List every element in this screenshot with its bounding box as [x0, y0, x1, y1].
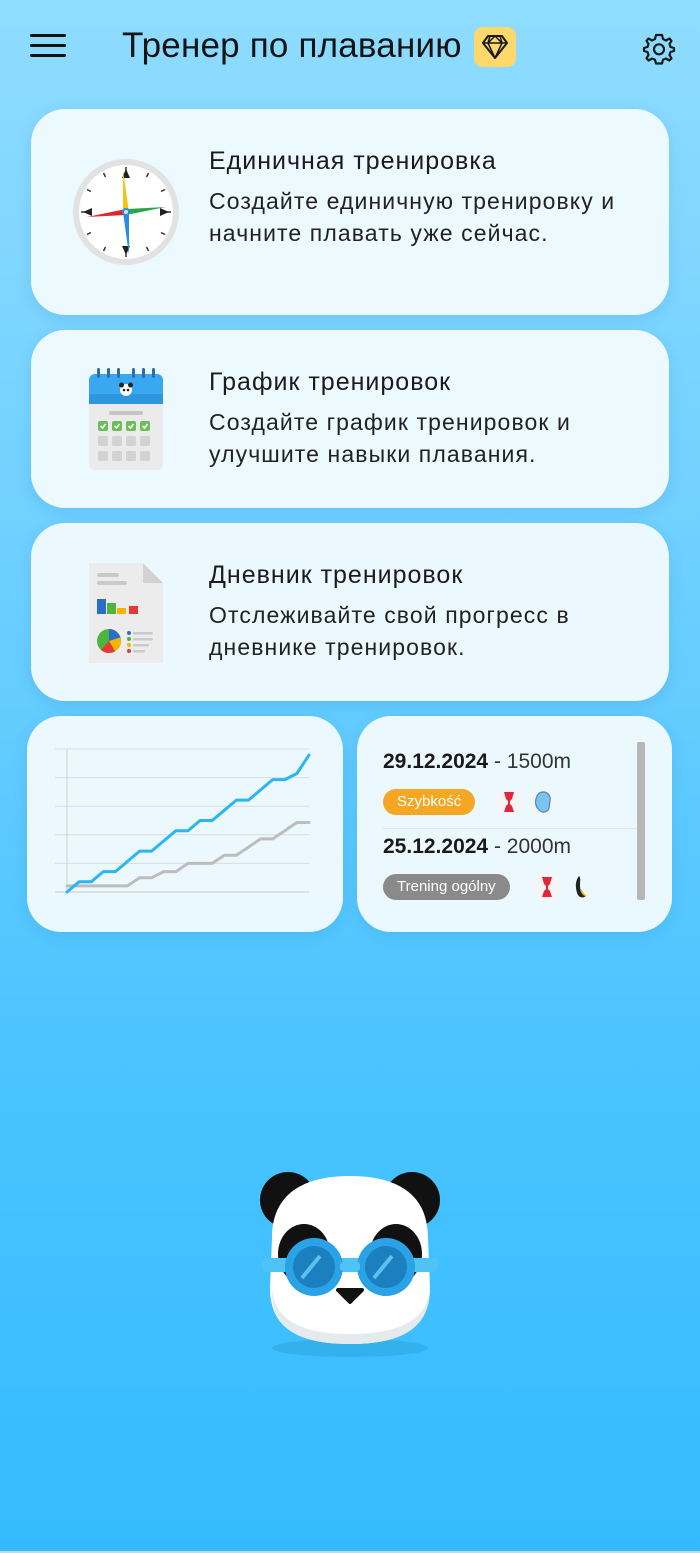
card-title: Единичная тренировка	[209, 147, 497, 175]
calendar-icon	[71, 364, 181, 474]
log-date: 25.12.2024	[383, 835, 489, 858]
fin-icon	[567, 873, 595, 901]
progress-line-chart	[55, 748, 311, 894]
workout-type-badge: Szybkość	[383, 789, 476, 815]
stopwatch-icon	[71, 157, 181, 267]
workout-type-badge: Trening ogólny	[383, 874, 510, 900]
hamburger-menu-icon[interactable]	[30, 34, 66, 64]
panda-goggles-mascot	[252, 1168, 448, 1364]
recent-workouts-widget[interactable]: 29.12.2024 - 1500m Szybkość 25.12.2024 -…	[357, 716, 672, 932]
pull-buoy-icon	[495, 788, 523, 816]
progress-chart-widget[interactable]	[27, 716, 343, 932]
card-description: Отслеживайте свой прогресс в дневнике тр…	[209, 602, 570, 660]
workout-schedule-card[interactable]: График тренировок Создайте график тренир…	[31, 330, 669, 508]
log-entry-header: 25.12.2024 - 2000m	[383, 835, 571, 858]
list-item[interactable]: 25.12.2024 - 2000m Trening ogólny	[383, 835, 633, 901]
diamond-icon[interactable]	[474, 27, 516, 67]
card-description: Создайте график тренировок и улучшите на…	[209, 409, 571, 467]
log-entry-header: 29.12.2024 - 1500m	[383, 750, 571, 773]
log-distance: 1500m	[506, 750, 571, 773]
chart-series-line-0	[65, 753, 311, 894]
single-workout-card[interactable]: Единичная тренировка Создайте единичную …	[31, 109, 669, 315]
log-date: 29.12.2024	[383, 750, 489, 773]
divider	[383, 828, 641, 829]
top-app-bar: Тренер по плаванию	[0, 0, 700, 96]
workout-diary-card[interactable]: Дневник тренировок Отслеживайте свой про…	[31, 523, 669, 701]
list-item[interactable]: 29.12.2024 - 1500m Szybkość	[383, 750, 633, 816]
card-title: График тренировок	[209, 368, 452, 396]
pull-buoy-icon	[533, 873, 561, 901]
page-title: Тренер по плаванию	[122, 26, 462, 65]
kickboard-icon	[529, 788, 557, 816]
card-title: Дневник тренировок	[209, 561, 464, 589]
scrollbar[interactable]	[637, 742, 645, 900]
report-document-icon	[71, 557, 181, 667]
card-description: Создайте единичную тренировку и начните …	[209, 188, 616, 246]
gear-icon[interactable]	[642, 32, 676, 66]
log-distance: 2000m	[506, 835, 571, 858]
